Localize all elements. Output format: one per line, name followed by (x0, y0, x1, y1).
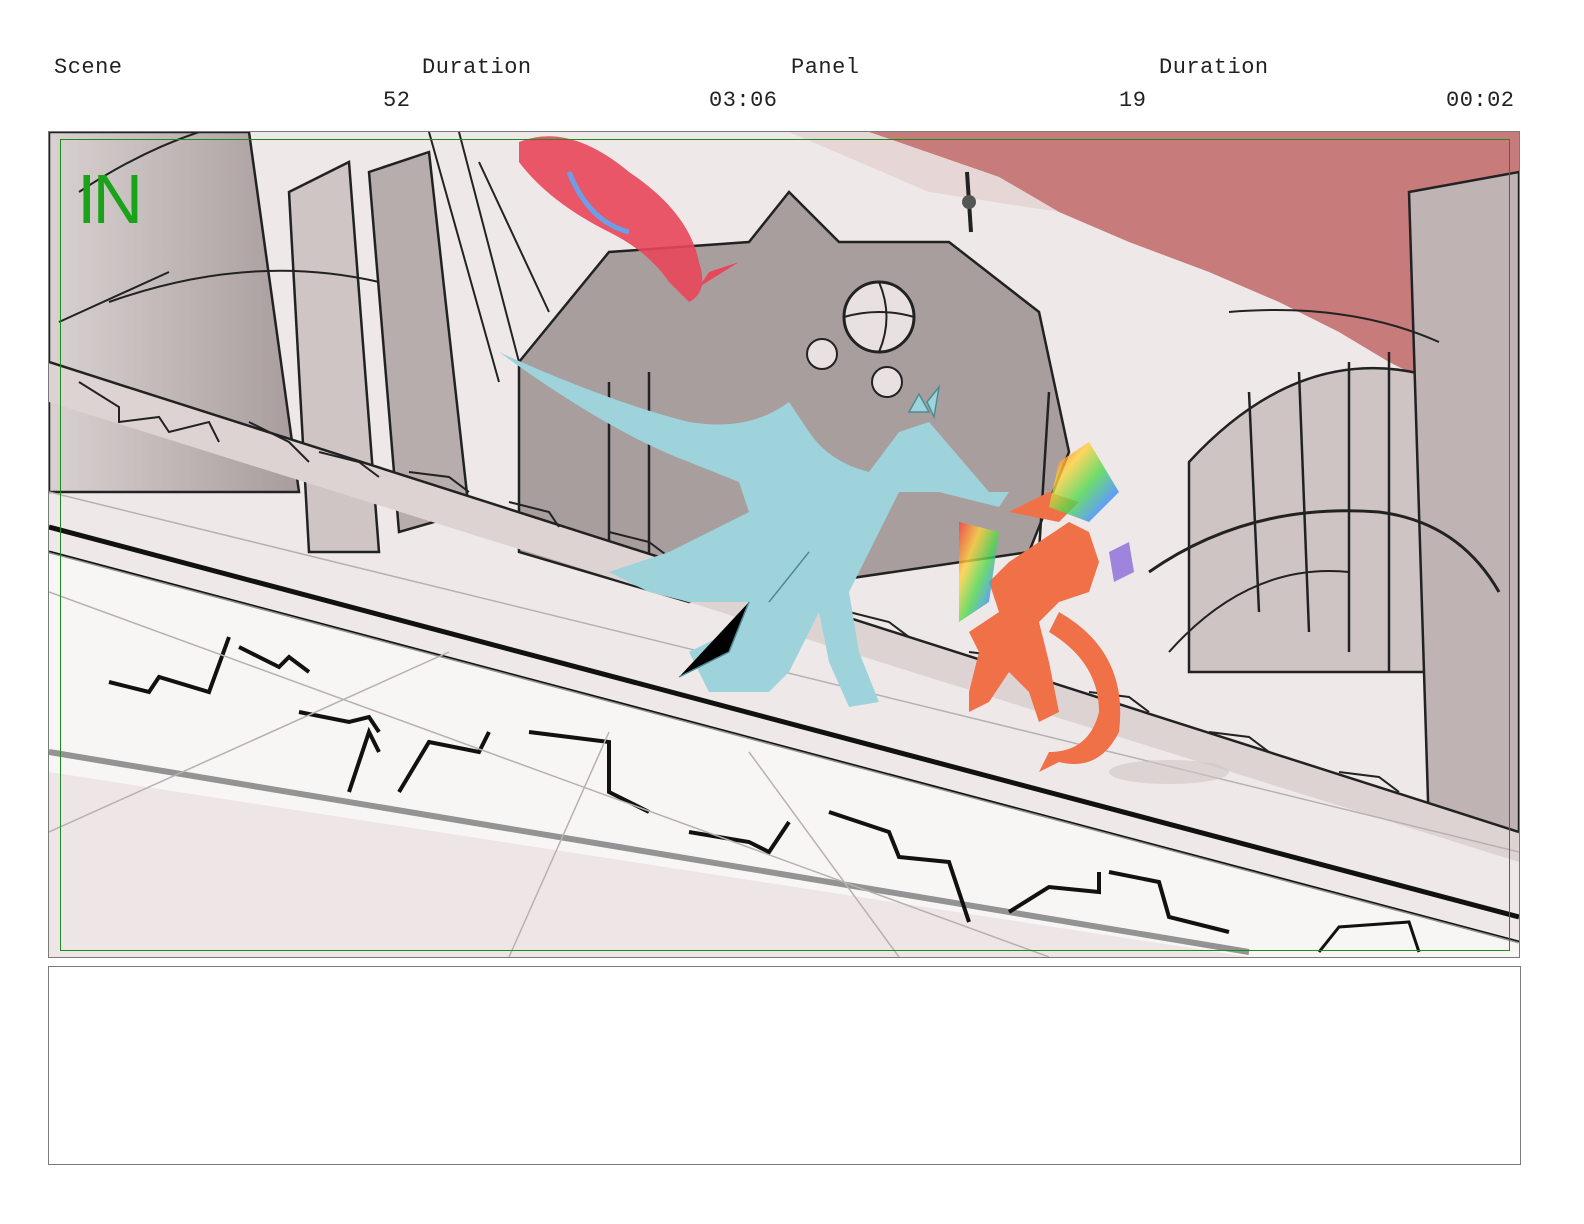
scene-number: 52 (383, 88, 411, 113)
notes-box[interactable] (48, 966, 1521, 1165)
panel-duration-value: 00:02 (1446, 88, 1515, 113)
panel-label: Panel (791, 55, 860, 80)
scene-duration-value: 03:06 (709, 88, 778, 113)
storyboard-panel: IN (48, 131, 1520, 958)
scene-duration-label: Duration (422, 55, 532, 80)
rose-window (842, 280, 916, 354)
panel-drawing (49, 132, 1519, 957)
scene-label: Scene (54, 55, 123, 80)
in-marker: IN (77, 160, 143, 238)
panel-number: 19 (1119, 88, 1147, 113)
panel-duration-label: Duration (1159, 55, 1269, 80)
